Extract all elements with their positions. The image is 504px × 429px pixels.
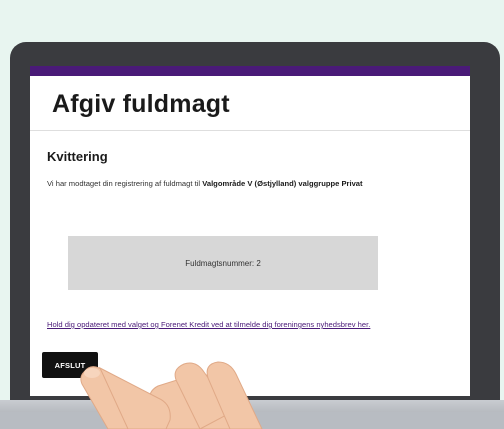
receipt-text-bold: Valgområde V (Østjylland) valggruppe Pri…: [202, 179, 363, 188]
finish-button[interactable]: AFSLUT: [42, 352, 98, 378]
newsletter-signup-link[interactable]: Hold dig opdateret med valget og Forenet…: [47, 320, 370, 329]
proxy-number-label: Fuldmagtsnummer: 2: [185, 258, 261, 268]
receipt-heading: Kvittering: [47, 149, 108, 164]
laptop-base-shadow: [0, 412, 504, 429]
proxy-number-box: Fuldmagtsnummer: 2: [68, 236, 378, 290]
receipt-confirmation-text: Vi har modtaget din registrering af fuld…: [47, 179, 363, 188]
receipt-text-prefix: Vi har modtaget din registrering af fuld…: [47, 179, 203, 188]
page-title: Afgiv fuldmagt: [52, 90, 230, 118]
header-divider: [30, 130, 470, 131]
laptop-screen: Afgiv fuldmagt Kvittering Vi har modtage…: [30, 66, 470, 396]
brand-topbar: [30, 66, 470, 76]
